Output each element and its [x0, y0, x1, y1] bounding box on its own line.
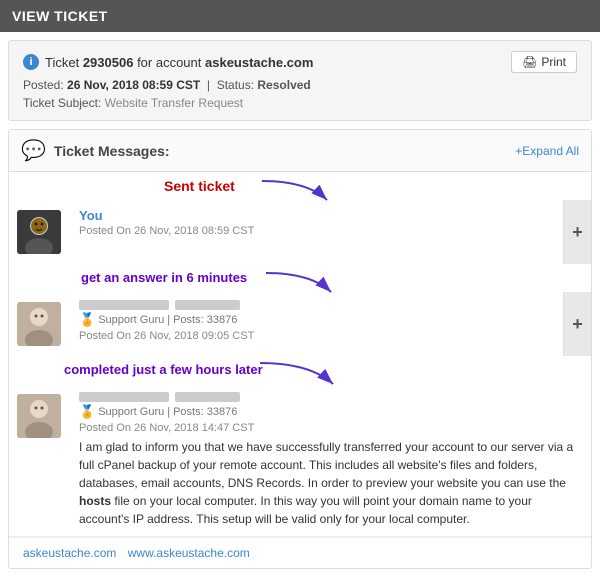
separator-2: |: [167, 314, 170, 326]
ticket-number: 2930506: [83, 55, 134, 70]
footer-link-2[interactable]: www.askeustache.com: [128, 546, 250, 560]
sender-info-3: [79, 392, 581, 402]
message-body-3: I am glad to inform you that we have suc…: [79, 438, 581, 528]
expand-all-link[interactable]: +Expand All: [515, 144, 579, 158]
ticket-subject-row: Ticket Subject: Website Transfer Request: [23, 96, 577, 110]
chat-icon: 💬: [21, 138, 46, 163]
status-value: Resolved: [257, 78, 310, 92]
ticket-meta-row: Posted: 26 Nov, 2018 08:59 CST | Status:…: [23, 78, 577, 92]
annotation-row-2: get an answer in 6 minutes: [9, 264, 591, 292]
message-content-2: 🏅 Support Guru | Posts: 33876 Posted On …: [69, 292, 563, 356]
info-icon: i: [23, 54, 39, 70]
message-content-1: You Posted On 26 Nov, 2018 08:59 CST: [69, 200, 563, 264]
expand-button-2[interactable]: +: [563, 292, 591, 356]
hosts-bold: hosts: [79, 494, 111, 508]
posts-2: Posts: 33876: [173, 314, 237, 326]
ticket-account: askeustache.com: [205, 55, 313, 70]
annotation-sent-text: Sent ticket: [164, 178, 235, 194]
posted-on-1: Posted On 26 Nov, 2018 08:59 CST: [79, 225, 553, 237]
annotation-6min-text: get an answer in 6 minutes: [81, 270, 247, 285]
role-3: Support Guru: [98, 406, 164, 418]
guru-badge-3: 🏅 Support Guru | Posts: 33876: [79, 404, 581, 420]
message-block-1: Sent ticket: [9, 172, 591, 264]
medal-icon-2: 🏅: [79, 312, 95, 328]
sender-name-1[interactable]: You: [79, 208, 103, 223]
messages-header: 💬 Ticket Messages: +Expand All: [9, 130, 591, 172]
posted-on-3: Posted On 26 Nov, 2018 14:47 CST: [79, 422, 581, 434]
ticket-info-section: i Ticket 2930506 for account askeustache…: [8, 40, 592, 121]
role-2: Support Guru: [98, 314, 164, 326]
blurred-name-2a: [79, 300, 169, 310]
separator-3: |: [167, 406, 170, 418]
blurred-name-2b: [175, 300, 240, 310]
ticket-footer: askeustache.com www.askeustache.com: [9, 537, 591, 568]
annotation-completed-text: completed just a few hours later: [64, 362, 263, 377]
subject-value: Website Transfer Request: [105, 96, 244, 110]
posts-3: Posts: 33876: [173, 406, 237, 418]
page-header: VIEW TICKET: [0, 0, 600, 32]
guru-badge-2: 🏅 Support Guru | Posts: 33876: [79, 312, 553, 328]
posted-label: Posted:: [23, 78, 64, 92]
avatar-col-2: [9, 292, 69, 356]
status-label: Status:: [217, 78, 254, 92]
message-row-1: You Posted On 26 Nov, 2018 08:59 CST +: [9, 200, 591, 264]
user-avatar-1: [17, 210, 61, 254]
posted-date: 26 Nov, 2018 08:59 CST: [67, 78, 200, 92]
avatar-col-3: [9, 384, 69, 536]
subject-label: Ticket Subject:: [23, 96, 101, 110]
print-button[interactable]: 🖨 Print: [511, 51, 577, 73]
message-row-2: 🏅 Support Guru | Posts: 33876 Posted On …: [9, 292, 591, 356]
message-block-3: completed just a few hours later: [9, 356, 591, 568]
expand-button-1[interactable]: +: [563, 200, 591, 264]
print-icon: 🖨: [522, 55, 537, 69]
blurred-name-3b: [175, 392, 240, 402]
messages-section: 💬 Ticket Messages: +Expand All Sent tick…: [8, 129, 592, 569]
sender-info-2: [79, 300, 553, 310]
support-avatar-3: [17, 394, 61, 438]
for-text: for account: [137, 55, 201, 70]
message-block-2: get an answer in 6 minutes: [9, 264, 591, 356]
avatar-col-1: [9, 200, 69, 264]
page-title: VIEW TICKET: [12, 8, 108, 24]
footer-link-1[interactable]: askeustache.com: [23, 546, 116, 560]
blurred-name-3a: [79, 392, 169, 402]
ticket-prefix: Ticket 2930506 for account askeustache.c…: [45, 55, 313, 70]
messages-title-text: Ticket Messages:: [54, 143, 170, 159]
annotation-row-1: Sent ticket: [9, 172, 591, 200]
medal-icon-3: 🏅: [79, 404, 95, 420]
annotation-row-3: completed just a few hours later: [9, 356, 591, 384]
support-avatar-2: [17, 302, 61, 346]
message-content-3: 🏅 Support Guru | Posts: 33876 Posted On …: [69, 384, 591, 536]
print-label: Print: [541, 55, 566, 69]
posted-on-2: Posted On 26 Nov, 2018 09:05 CST: [79, 330, 553, 342]
message-row-3: 🏅 Support Guru | Posts: 33876 Posted On …: [9, 384, 591, 537]
messages-title: 💬 Ticket Messages:: [21, 138, 170, 163]
